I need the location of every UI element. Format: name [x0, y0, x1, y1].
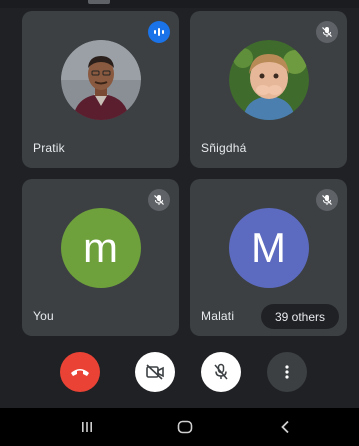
- system-nav-bar: [0, 408, 359, 446]
- end-call-icon: [71, 369, 89, 376]
- mic-off-icon: [316, 21, 338, 43]
- participant-tile-pratik[interactable]: Pratik: [22, 11, 179, 168]
- participant-tile-snigdha[interactable]: Sñigdhá: [190, 11, 347, 168]
- recent-apps-button[interactable]: [72, 414, 102, 440]
- home-icon: [177, 420, 193, 434]
- mic-off-icon: [316, 189, 338, 211]
- mic-off-icon: [214, 363, 228, 380]
- participant-name: Malati: [201, 309, 235, 323]
- avatar-initial: M: [228, 208, 309, 289]
- top-edge: [0, 0, 359, 8]
- participant-name: You: [33, 309, 54, 323]
- others-count-button[interactable]: 39 others: [261, 304, 339, 329]
- back-icon: [281, 420, 289, 434]
- home-button[interactable]: [170, 414, 200, 440]
- back-button[interactable]: [270, 414, 300, 440]
- speaking-indicator-icon: [148, 21, 170, 43]
- more-vert-icon: [285, 365, 289, 379]
- avatar-initial: m: [60, 208, 141, 289]
- camera-toggle-button[interactable]: [135, 352, 175, 392]
- avatar: [60, 40, 141, 121]
- mic-off-icon: [148, 189, 170, 211]
- participant-tile-you[interactable]: m You: [22, 179, 179, 336]
- participant-name: Pratik: [33, 141, 65, 155]
- recent-apps-icon: [82, 422, 92, 432]
- call-controls: [0, 348, 359, 396]
- end-call-button[interactable]: [60, 352, 100, 392]
- participant-name: Sñigdhá: [201, 141, 247, 155]
- meet-call-screen: Pratik Sñigdhá m You M Malati 39 others: [0, 0, 359, 446]
- camera-off-icon: [146, 364, 164, 380]
- more-options-button[interactable]: [267, 352, 307, 392]
- avatar: [228, 40, 309, 121]
- mic-toggle-button[interactable]: [201, 352, 241, 392]
